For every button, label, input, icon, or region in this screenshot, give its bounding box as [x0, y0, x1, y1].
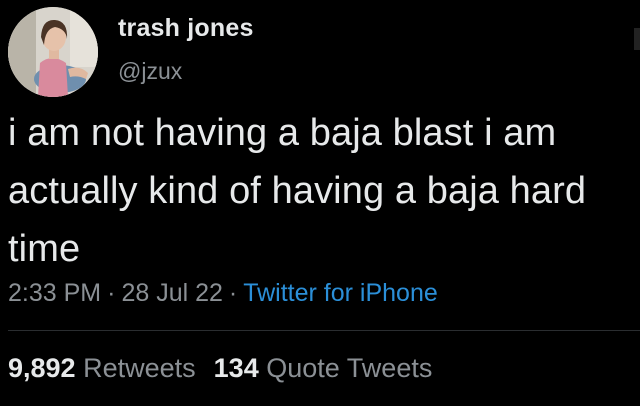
quote-tweets-count: 134 [213, 353, 259, 383]
tweet-text: i am not having a baja blast i am actual… [8, 112, 587, 270]
author-handle[interactable]: @jzux [118, 58, 182, 85]
author-name[interactable]: trash jones [118, 14, 254, 43]
retweets-label: Retweets [83, 353, 196, 383]
retweets-stat[interactable]: 9,892 Retweets [8, 353, 196, 383]
retweets-count: 9,892 [8, 353, 76, 383]
meta-separator: · [228, 279, 238, 307]
quote-tweets-stat[interactable]: 134 Quote Tweets [214, 353, 433, 383]
tweet-date[interactable]: 28 Jul 22 [121, 279, 222, 307]
tweet-meta: 2:33 PM · 28 Jul 22 · Twitter for iPhone [8, 279, 438, 308]
tweet-time[interactable]: 2:33 PM [8, 279, 101, 307]
quote-tweets-label: Quote Tweets [266, 353, 433, 383]
tweet-source-link[interactable]: Twitter for iPhone [243, 279, 438, 307]
divider [8, 330, 640, 331]
tweet-card: trash jones @jzux i am not having a baja… [0, 0, 640, 406]
edge-artifact [634, 28, 640, 50]
avatar[interactable] [8, 7, 98, 97]
tweet-stats: 9,892 Retweets 134 Quote Tweets [8, 353, 432, 384]
avatar-photo-icon [8, 7, 98, 97]
meta-separator: · [107, 279, 116, 307]
